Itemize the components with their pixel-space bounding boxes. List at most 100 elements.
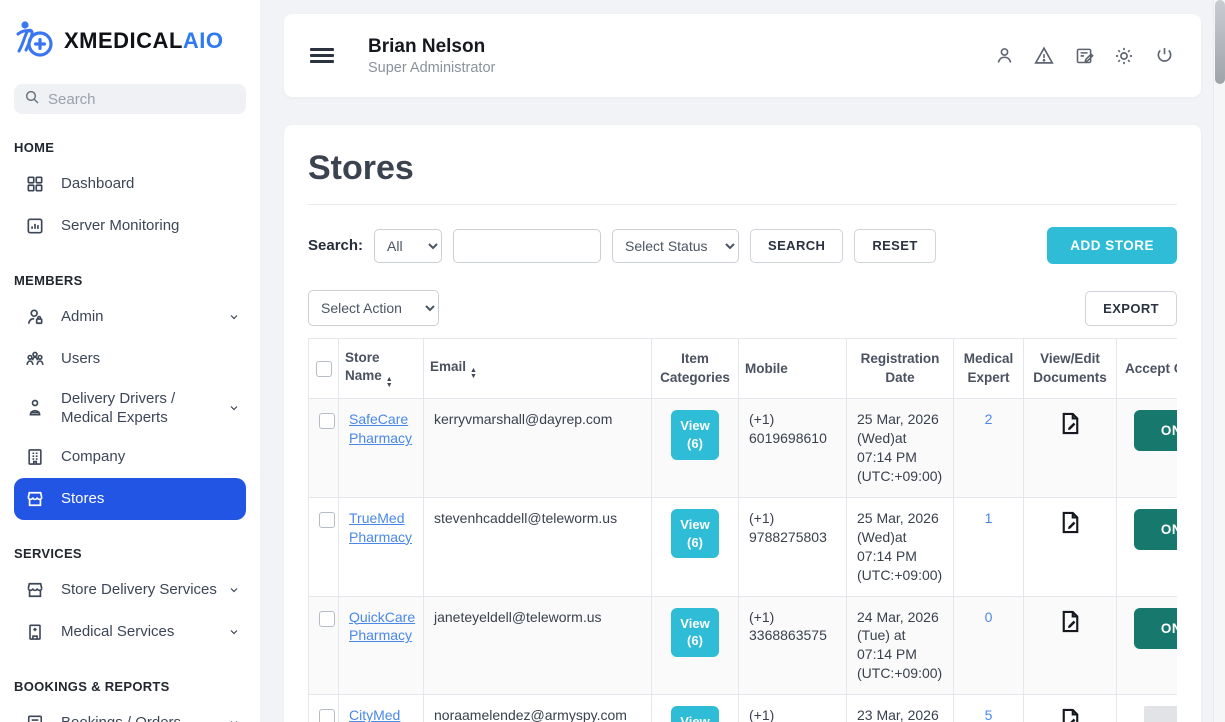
settings-icon[interactable]	[1113, 45, 1135, 67]
dashboard-icon	[24, 173, 46, 195]
search-term-input[interactable]	[453, 229, 601, 263]
topbar-icons	[993, 45, 1175, 67]
chevron-down-icon	[228, 626, 240, 638]
store-email: stevenhcaddell@teleworm.us	[424, 497, 652, 596]
col-mobile: Mobile	[739, 339, 847, 399]
view-categories-button[interactable]: View(6)	[671, 410, 719, 459]
table-row: CityMed Pharmacy noraamelendez@armyspy.c…	[309, 695, 1178, 722]
user-block: Brian Nelson Super Administrator	[368, 36, 495, 76]
accept-orders-toggle[interactable]: ON	[1134, 410, 1177, 451]
main-area: Brian Nelson Super Administrator	[260, 0, 1225, 722]
sidebar-search[interactable]	[14, 84, 246, 114]
col-item-categories: Item Categories	[652, 339, 739, 399]
table-row: QuickCare Pharmacy janeteyeldell@telewor…	[309, 596, 1178, 695]
search-label: Search:	[308, 237, 363, 254]
sidebar-item-bookings-orders[interactable]: Bookings / Orders	[14, 702, 246, 722]
sidebar-item-store-delivery-services[interactable]: Store Delivery Services	[14, 569, 246, 611]
accept-orders-toggle[interactable]: ON	[1134, 608, 1177, 649]
sidebar-item-medical-services[interactable]: Medical Services	[14, 611, 246, 653]
sidebar-item-admin[interactable]: Admin	[14, 296, 246, 338]
alert-icon[interactable]	[1033, 45, 1055, 67]
sidebar-item-label: Store Delivery Services	[61, 580, 217, 600]
store-email: noraamelendez@armyspy.com	[424, 695, 652, 722]
store-name-link[interactable]: CityMed Pharmacy	[349, 707, 412, 722]
view-edit-documents-icon[interactable]	[1057, 509, 1084, 536]
medical-expert-link[interactable]: 2	[985, 411, 993, 427]
search-icon	[24, 89, 40, 110]
registration-date: 25 Mar, 2026 (Wed)at 07:14 PM (UTC:+09:0…	[847, 497, 954, 596]
col-medical-expert: Medical Expert	[954, 339, 1024, 399]
view-edit-documents-icon[interactable]	[1057, 608, 1084, 635]
chevron-down-icon	[228, 584, 240, 596]
store-mobile: (+1) 9788275803	[739, 497, 847, 596]
profile-icon[interactable]	[993, 45, 1015, 67]
sidebar: XMEDICALAIO HOME Dashboard Server Monito…	[0, 0, 260, 722]
store-mobile: (+1) 6019698610	[739, 399, 847, 498]
table-row: TrueMed Pharmacy stevenhcaddell@teleworm…	[309, 497, 1178, 596]
sidebar-item-label: Admin	[61, 307, 104, 327]
reset-button[interactable]: RESET	[854, 229, 935, 263]
sidebar-item-label: Server Monitoring	[61, 216, 179, 236]
menu-toggle-icon[interactable]	[310, 48, 334, 63]
user-role: Super Administrator	[368, 60, 495, 76]
sort-icon[interactable]	[386, 377, 393, 388]
col-registration-date: Registration Date	[847, 339, 954, 399]
user-name: Brian Nelson	[368, 36, 495, 58]
search-input[interactable]	[48, 91, 236, 108]
brand-logo[interactable]: XMEDICALAIO	[14, 18, 246, 64]
sidebar-item-stores[interactable]: Stores	[14, 478, 246, 520]
search-button[interactable]: SEARCH	[750, 229, 843, 263]
sidebar-item-label: Medical Services	[61, 622, 174, 642]
section-label-services: SERVICES	[14, 546, 246, 561]
store-icon	[24, 488, 46, 510]
users-icon	[24, 348, 46, 370]
sort-icon[interactable]	[470, 368, 477, 379]
company-icon	[24, 446, 46, 468]
view-edit-documents-icon[interactable]	[1057, 706, 1084, 722]
page-scrollbar[interactable]	[1213, 0, 1225, 722]
topbar: Brian Nelson Super Administrator	[284, 14, 1201, 97]
section-label-members: MEMBERS	[14, 273, 246, 288]
sidebar-item-company[interactable]: Company	[14, 436, 246, 478]
sidebar-item-dashboard[interactable]: Dashboard	[14, 163, 246, 205]
search-category-select[interactable]: All	[374, 229, 442, 263]
scrollbar-thumb[interactable]	[1215, 0, 1225, 84]
bulk-action-select[interactable]: Select Action	[308, 290, 439, 326]
add-store-button[interactable]: ADD STORE	[1047, 227, 1177, 264]
sidebar-item-label: Delivery Drivers / Medical Experts	[61, 389, 220, 428]
sidebar-item-server-monitoring[interactable]: Server Monitoring	[14, 205, 246, 247]
store-name-link[interactable]: SafeCare Pharmacy	[349, 411, 412, 446]
col-store-name[interactable]: Store Name	[339, 339, 424, 399]
medical-expert-link[interactable]: 1	[985, 510, 993, 526]
medical-expert-link[interactable]: 5	[985, 707, 993, 722]
edit-log-icon[interactable]	[1073, 45, 1095, 67]
store-name-link[interactable]: TrueMed Pharmacy	[349, 510, 412, 545]
sidebar-item-label: Dashboard	[61, 174, 134, 194]
logout-icon[interactable]	[1153, 45, 1175, 67]
accept-orders-placeholder	[1144, 706, 1178, 722]
sidebar-item-delivery-drivers[interactable]: Delivery Drivers / Medical Experts	[14, 380, 246, 436]
view-edit-documents-icon[interactable]	[1057, 410, 1084, 437]
filter-row: Search: All Select Status SEARCH RESET A…	[308, 227, 1177, 264]
status-select[interactable]: Select Status	[612, 229, 739, 263]
view-categories-button[interactable]: View(6)	[671, 608, 719, 657]
select-all-cell	[309, 339, 339, 399]
row-checkbox[interactable]	[319, 512, 335, 528]
delivery-driver-icon	[24, 397, 46, 419]
col-email[interactable]: Email	[424, 339, 652, 399]
view-categories-button[interactable]: View(6)	[671, 706, 719, 722]
row-checkbox[interactable]	[319, 413, 335, 429]
accept-orders-toggle[interactable]: ON	[1134, 509, 1177, 550]
sidebar-item-users[interactable]: Users	[14, 338, 246, 380]
view-categories-button[interactable]: View(6)	[671, 509, 719, 558]
export-button[interactable]: EXPORT	[1085, 291, 1177, 326]
select-all-checkbox[interactable]	[316, 361, 332, 377]
store-email: janeteyeldell@teleworm.us	[424, 596, 652, 695]
store-delivery-icon	[24, 579, 46, 601]
store-name-link[interactable]: QuickCare Pharmacy	[349, 609, 415, 644]
row-checkbox[interactable]	[319, 709, 335, 722]
medical-services-icon	[24, 621, 46, 643]
brand-logo-icon	[14, 18, 56, 65]
medical-expert-link[interactable]: 0	[985, 609, 993, 625]
row-checkbox[interactable]	[319, 611, 335, 627]
